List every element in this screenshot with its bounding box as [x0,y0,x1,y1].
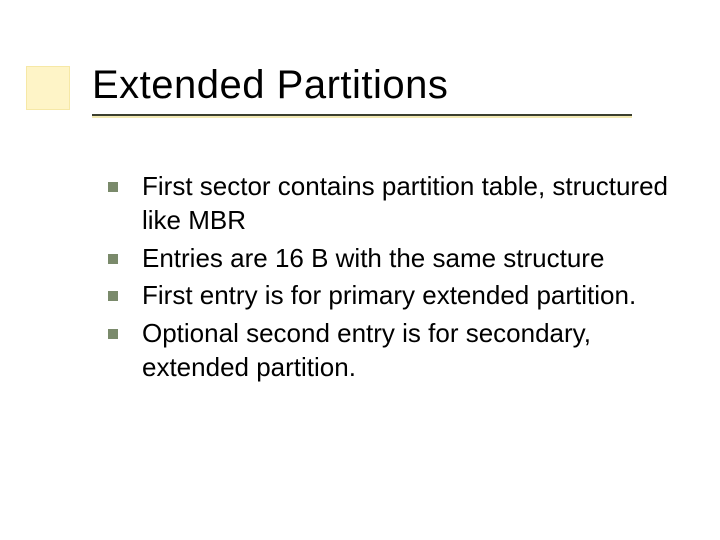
bullet-text: First sector contains partition table, s… [142,170,684,238]
title-block: Extended Partitions [92,62,684,116]
bullet-icon [108,291,118,301]
accent-square-icon [26,66,70,110]
bullet-icon [108,329,118,339]
title-underline-icon [92,114,684,116]
bullet-text: Optional second entry is for secondary, … [142,317,684,385]
list-item: Entries are 16 B with the same structure [108,242,684,276]
bullet-text: First entry is for primary extended part… [142,279,684,313]
slide: Extended Partitions First sector contain… [0,0,720,540]
list-item: First sector contains partition table, s… [108,170,684,238]
slide-title: Extended Partitions [92,62,684,108]
bullet-text: Entries are 16 B with the same structure [142,242,684,276]
bullet-list: First sector contains partition table, s… [108,170,684,389]
list-item: Optional second entry is for secondary, … [108,317,684,385]
bullet-icon [108,254,118,264]
bullet-icon [108,182,118,192]
list-item: First entry is for primary extended part… [108,279,684,313]
